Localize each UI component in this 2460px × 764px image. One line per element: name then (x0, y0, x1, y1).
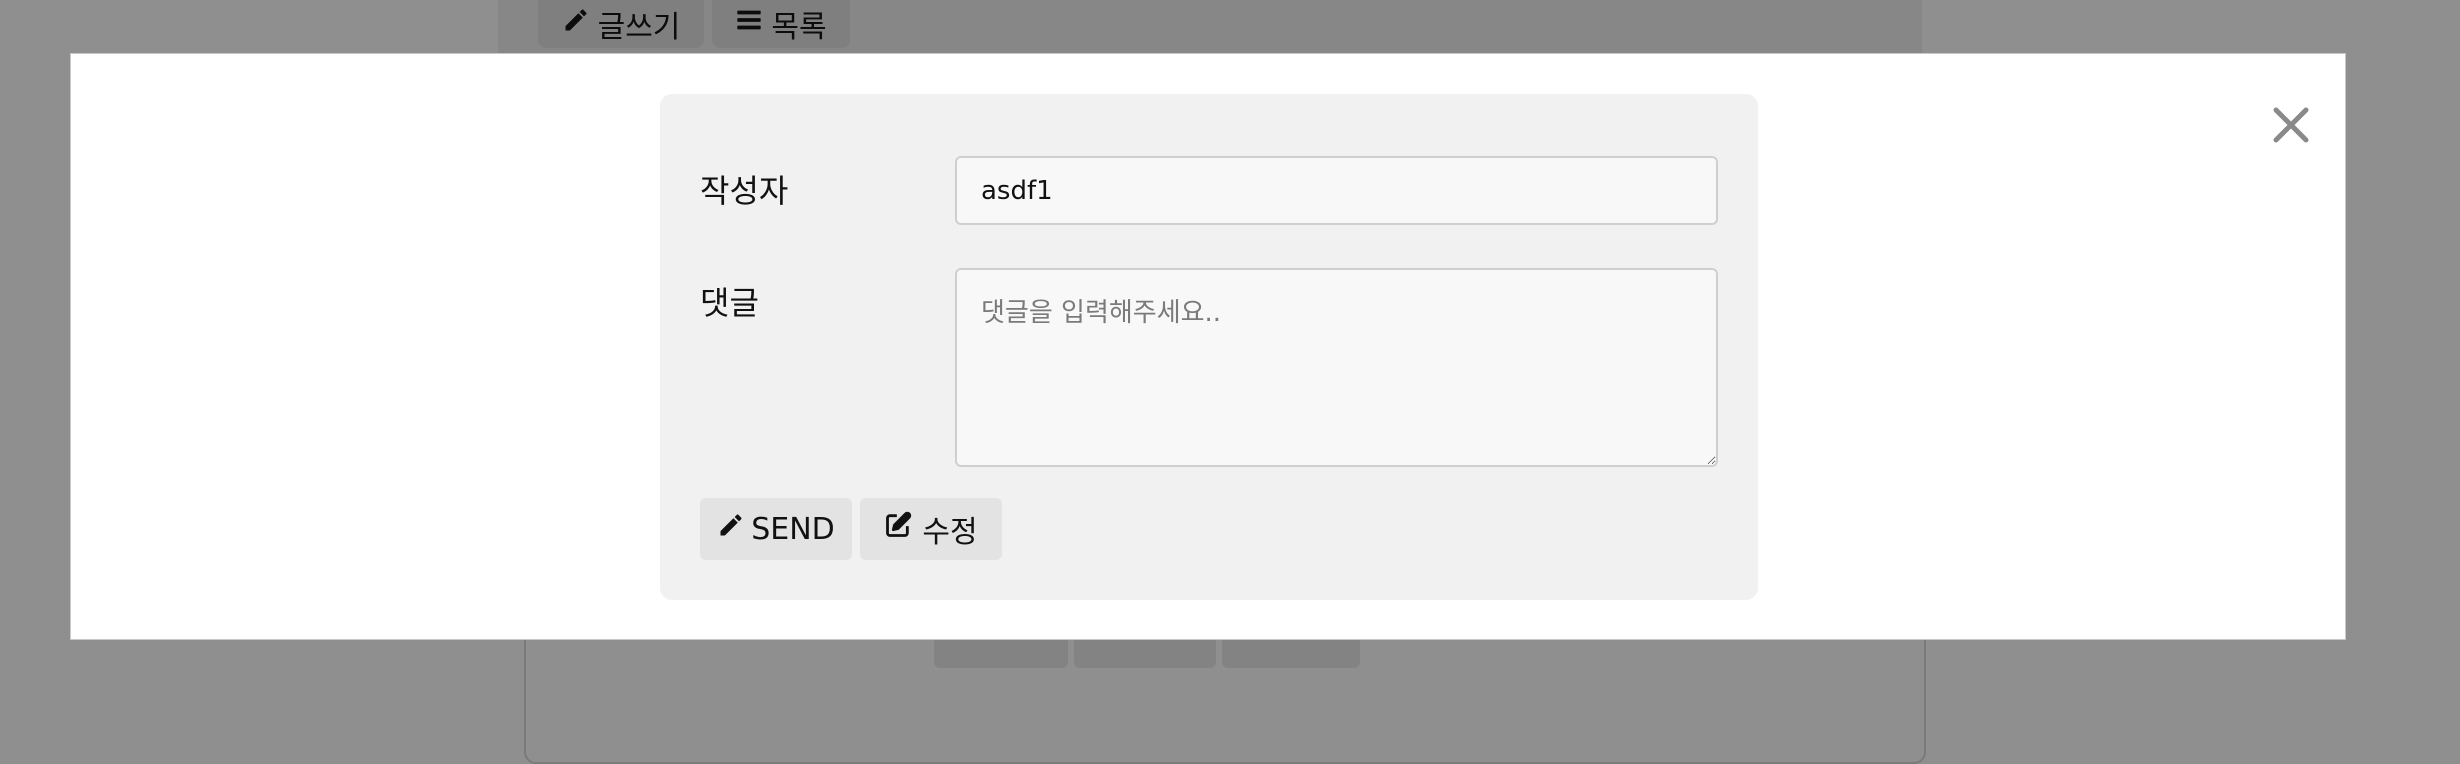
list-icon (735, 6, 763, 42)
send-button-label: SEND (751, 511, 835, 547)
list-button: 목록 (712, 0, 850, 48)
pencil-icon (717, 511, 745, 547)
author-input[interactable] (955, 156, 1718, 225)
modal-close-button[interactable] (2266, 100, 2316, 150)
write-button: 글쓰기 (538, 0, 704, 48)
pencil-icon (562, 6, 590, 42)
send-button[interactable]: SEND (700, 498, 852, 560)
list-button-label: 목록 (771, 10, 827, 45)
edit-icon (884, 511, 912, 547)
comment-textarea[interactable] (955, 268, 1718, 467)
edit-button-label: 수정 (922, 515, 978, 550)
author-label: 작성자 (700, 172, 789, 210)
close-icon (2273, 107, 2309, 143)
comment-label: 댓글 (700, 284, 759, 322)
edit-button[interactable]: 수정 (860, 498, 1002, 560)
write-button-label: 글쓰기 (597, 10, 681, 45)
